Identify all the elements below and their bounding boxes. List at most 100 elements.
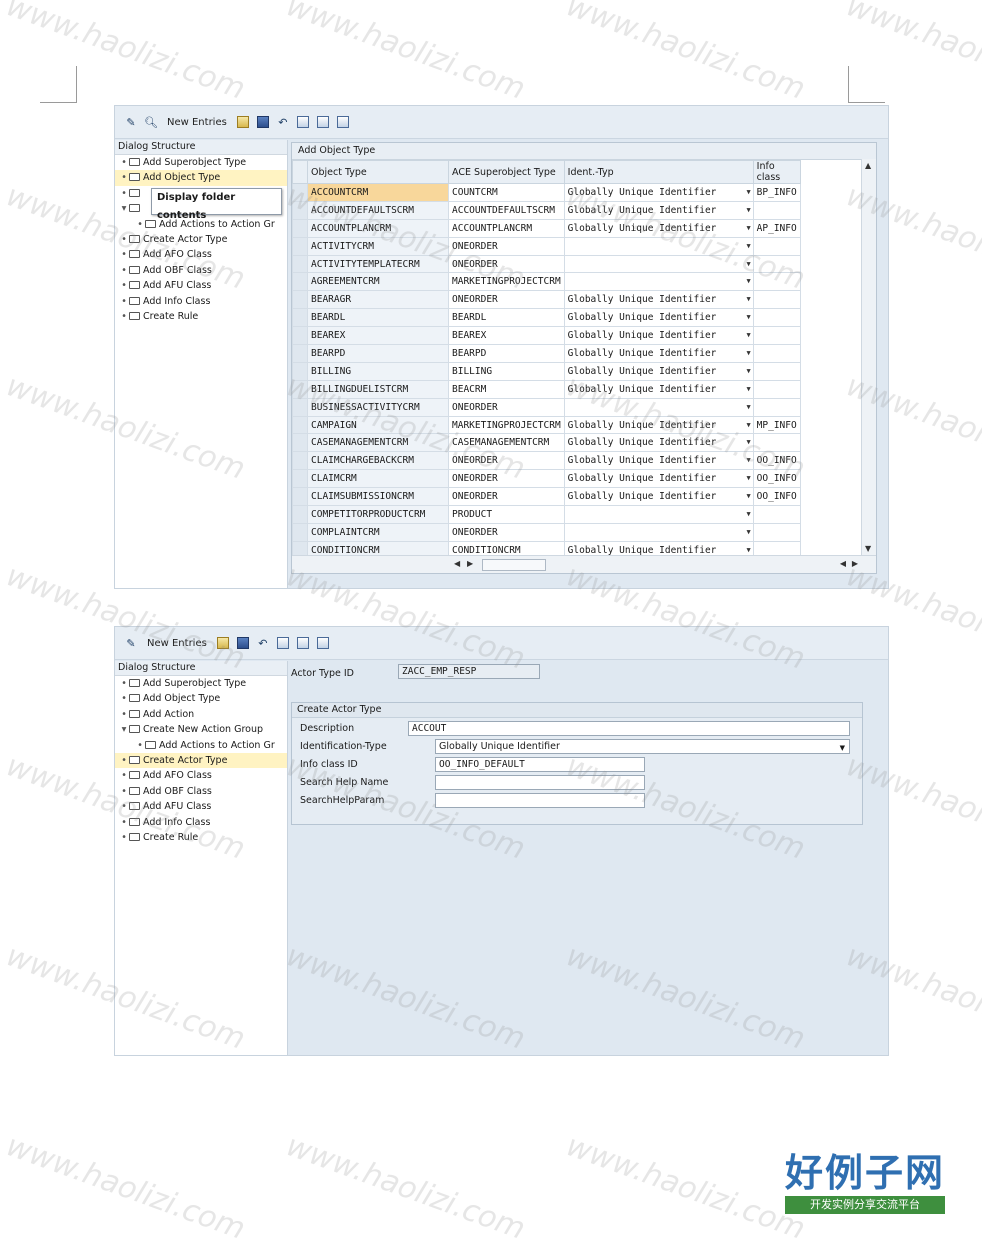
- scroll-thumb[interactable]: [482, 559, 546, 571]
- select-block-icon[interactable]: [315, 113, 331, 131]
- column-header-info-class[interactable]: Info class: [752, 160, 801, 184]
- description-field[interactable]: ACCOUT: [408, 721, 850, 736]
- tree-node[interactable]: • Add Info Class: [115, 815, 287, 830]
- cell-ident-typ[interactable]: Globally Unique Identifier ▼: [563, 361, 754, 381]
- deselect-all-icon[interactable]: [335, 113, 351, 131]
- chevron-down-icon[interactable]: ▼: [746, 331, 750, 339]
- chevron-down-icon[interactable]: ▼: [746, 438, 750, 446]
- cell-ident-typ[interactable]: Globally Unique Identifier ▼: [563, 308, 754, 328]
- table-row[interactable]: AGREEMENTCRM MARKETINGPROJECTCRM ▼: [292, 272, 801, 292]
- cell-ident-typ[interactable]: Globally Unique Identifier ▼: [563, 415, 754, 435]
- row-selector[interactable]: [292, 344, 308, 363]
- chevron-down-icon[interactable]: ▼: [746, 456, 750, 464]
- chevron-down-icon[interactable]: ▼: [746, 474, 750, 482]
- cell-ident-typ[interactable]: Globally Unique Identifier ▼: [563, 433, 754, 453]
- row-selector[interactable]: [292, 451, 308, 471]
- chevron-down-icon[interactable]: ▼: [746, 206, 750, 214]
- scroll-left-icon[interactable]: ◀: [454, 559, 460, 568]
- scroll-right-icon[interactable]: ▶: [852, 559, 858, 568]
- cell-ident-typ[interactable]: Globally Unique Identifier ▼: [563, 326, 754, 346]
- cell-ident-typ[interactable]: Globally Unique Identifier ▼: [563, 200, 754, 220]
- cell-info-class[interactable]: [752, 361, 801, 381]
- cell-ace-superobject-type[interactable]: BILLING: [448, 361, 565, 381]
- cell-info-class[interactable]: [752, 379, 801, 399]
- row-selector[interactable]: [292, 254, 308, 274]
- cell-info-class[interactable]: [752, 344, 801, 363]
- cell-info-class[interactable]: [752, 254, 801, 274]
- next-entry-icon[interactable]: [315, 634, 331, 652]
- row-selector[interactable]: [292, 433, 308, 453]
- cell-ident-typ[interactable]: Globally Unique Identifier ▼: [563, 379, 754, 399]
- cell-info-class[interactable]: OO_INFO: [752, 487, 801, 507]
- cell-ace-superobject-type[interactable]: MARKETINGPROJECTCRM: [448, 272, 565, 292]
- row-selector[interactable]: [292, 522, 308, 542]
- cell-info-class[interactable]: BP_INFO: [752, 183, 801, 202]
- row-selector[interactable]: [292, 361, 308, 381]
- scroll-up-icon[interactable]: ▲: [865, 161, 871, 170]
- cell-info-class[interactable]: OO_INFO: [752, 469, 801, 489]
- cell-info-class[interactable]: AP_INFO: [752, 218, 801, 238]
- row-selector[interactable]: [292, 505, 308, 524]
- table-row[interactable]: ACCOUNTPLANCRM ACCOUNTPLANCRM Globally Uni…: [292, 218, 801, 238]
- tree-node[interactable]: ▾ Create New Action Group: [115, 722, 287, 737]
- cell-ace-superobject-type[interactable]: ONEORDER: [448, 236, 565, 256]
- chevron-down-icon[interactable]: ▼: [840, 742, 845, 753]
- tree-node[interactable]: • Add Action: [115, 707, 287, 722]
- cell-ident-typ[interactable]: Globally Unique Identifier ▼: [563, 451, 754, 471]
- delete-icon[interactable]: [275, 634, 291, 652]
- info-class-id-field[interactable]: OO_INFO_DEFAULT: [435, 757, 645, 772]
- chevron-down-icon[interactable]: ▼: [746, 188, 750, 196]
- cell-ident-typ[interactable]: Globally Unique Identifier ▼: [563, 183, 754, 202]
- horizontal-scrollbar[interactable]: ◀ ▶ ◀ ▶: [292, 555, 876, 573]
- expand-bullet-icon[interactable]: ▾: [119, 201, 129, 216]
- expand-bullet-icon[interactable]: •: [119, 815, 129, 830]
- chevron-down-icon[interactable]: ▼: [746, 260, 750, 268]
- expand-bullet-icon[interactable]: •: [119, 155, 129, 170]
- cell-ace-superobject-type[interactable]: PRODUCT: [448, 505, 565, 524]
- cell-info-class[interactable]: [752, 505, 801, 524]
- chevron-down-icon[interactable]: ▼: [746, 277, 750, 285]
- tree-node[interactable]: • Add Superobject Type: [115, 676, 287, 691]
- expand-bullet-icon[interactable]: •: [119, 232, 129, 247]
- chevron-down-icon[interactable]: ▼: [746, 349, 750, 357]
- table-row[interactable]: ACTIVITYTEMPLATECRM ONEORDER ▼: [292, 254, 801, 274]
- cell-ace-superobject-type[interactable]: ONEORDER: [448, 469, 565, 489]
- expand-bullet-icon[interactable]: •: [119, 170, 129, 185]
- row-selector[interactable]: [292, 200, 308, 220]
- expand-bullet-icon[interactable]: •: [119, 294, 129, 309]
- chevron-down-icon[interactable]: ▼: [746, 546, 750, 554]
- tree-node[interactable]: • Create Rule: [115, 309, 287, 324]
- scroll-left-icon[interactable]: ◀: [840, 559, 846, 568]
- vertical-scrollbar[interactable]: ▲ ▼: [861, 159, 876, 555]
- undo-icon[interactable]: ↶: [255, 634, 271, 652]
- column-header-ace-superobject-type[interactable]: ACE Superobject Type: [448, 160, 565, 184]
- cell-ident-typ[interactable]: Globally Unique Identifier ▼: [563, 487, 754, 507]
- cell-ident-typ[interactable]: Globally Unique Identifier ▼: [563, 218, 754, 238]
- copy-icon[interactable]: [215, 634, 231, 652]
- expand-bullet-icon[interactable]: •: [119, 676, 129, 691]
- expand-bullet-icon[interactable]: •: [119, 186, 129, 201]
- cell-info-class[interactable]: OO_INFO: [752, 451, 801, 471]
- row-selector[interactable]: [292, 397, 308, 417]
- tree-node[interactable]: • Add Actions to Action Gr: [115, 738, 287, 753]
- table-row[interactable]: ACCOUNTDEFAULTSCRM ACCOUNTDEFAULTSCRM Glob…: [292, 200, 801, 220]
- expand-bullet-icon[interactable]: •: [119, 278, 129, 293]
- tree-node[interactable]: • Create Actor Type: [115, 232, 287, 247]
- scroll-down-icon[interactable]: ▼: [865, 544, 871, 553]
- chevron-down-icon[interactable]: ▼: [746, 367, 750, 375]
- cell-ident-typ[interactable]: ▼: [563, 236, 754, 256]
- chevron-down-icon[interactable]: ▼: [746, 528, 750, 536]
- expand-bullet-icon[interactable]: •: [119, 784, 129, 799]
- chevron-down-icon[interactable]: ▼: [746, 492, 750, 500]
- cell-ace-superobject-type[interactable]: BEACRM: [448, 379, 565, 399]
- expand-bullet-icon[interactable]: •: [119, 309, 129, 324]
- cell-ident-typ[interactable]: ▼: [563, 254, 754, 274]
- cell-info-class[interactable]: [752, 200, 801, 220]
- expand-bullet-icon[interactable]: •: [119, 691, 129, 706]
- table-row[interactable]: CAMPAIGN MARKETINGPROJECTCRM Globally Uniq…: [292, 415, 801, 435]
- cell-ident-typ[interactable]: Globally Unique Identifier ▼: [563, 290, 754, 310]
- table-row[interactable]: CLAIMCRM ONEORDER Globally Unique Identifi…: [292, 469, 801, 489]
- row-selector[interactable]: [292, 308, 308, 328]
- chevron-down-icon[interactable]: ▼: [746, 385, 750, 393]
- row-selector[interactable]: [292, 236, 308, 256]
